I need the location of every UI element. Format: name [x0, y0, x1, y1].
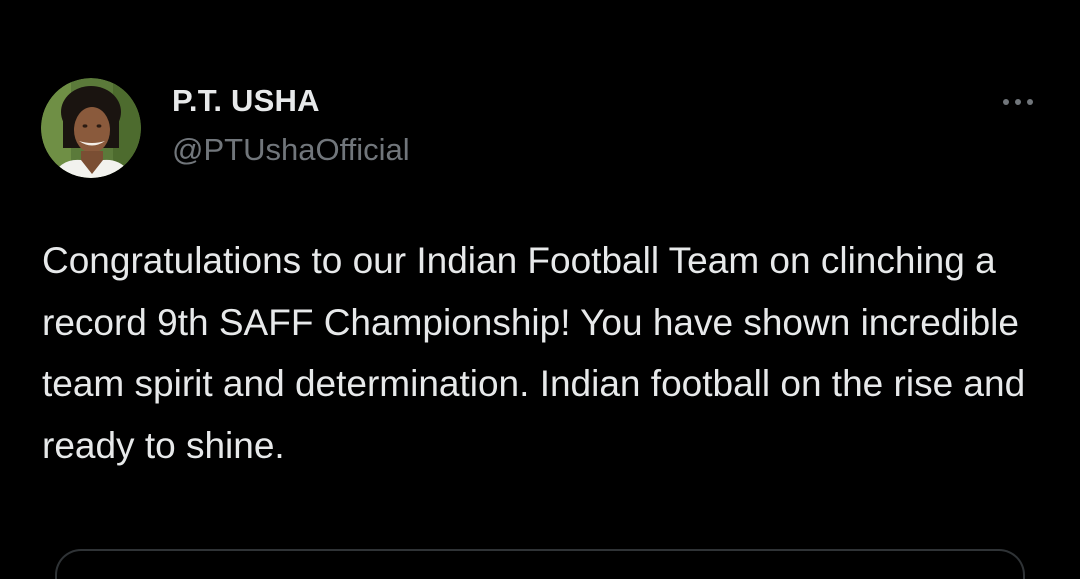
more-options-button[interactable]: [996, 90, 1040, 114]
author-display-name[interactable]: P.T. USHA: [172, 83, 320, 119]
tweet: P.T. USHA @PTUshaOfficial Congratulation…: [0, 0, 1080, 579]
profile-photo-icon: [41, 78, 141, 178]
media-card-edge: [55, 549, 1025, 579]
author-handle[interactable]: @PTUshaOfficial: [172, 132, 410, 168]
more-options-icon: [1003, 99, 1033, 105]
avatar[interactable]: [41, 78, 141, 178]
tweet-text: Congratulations to our Indian Football T…: [42, 240, 1026, 466]
